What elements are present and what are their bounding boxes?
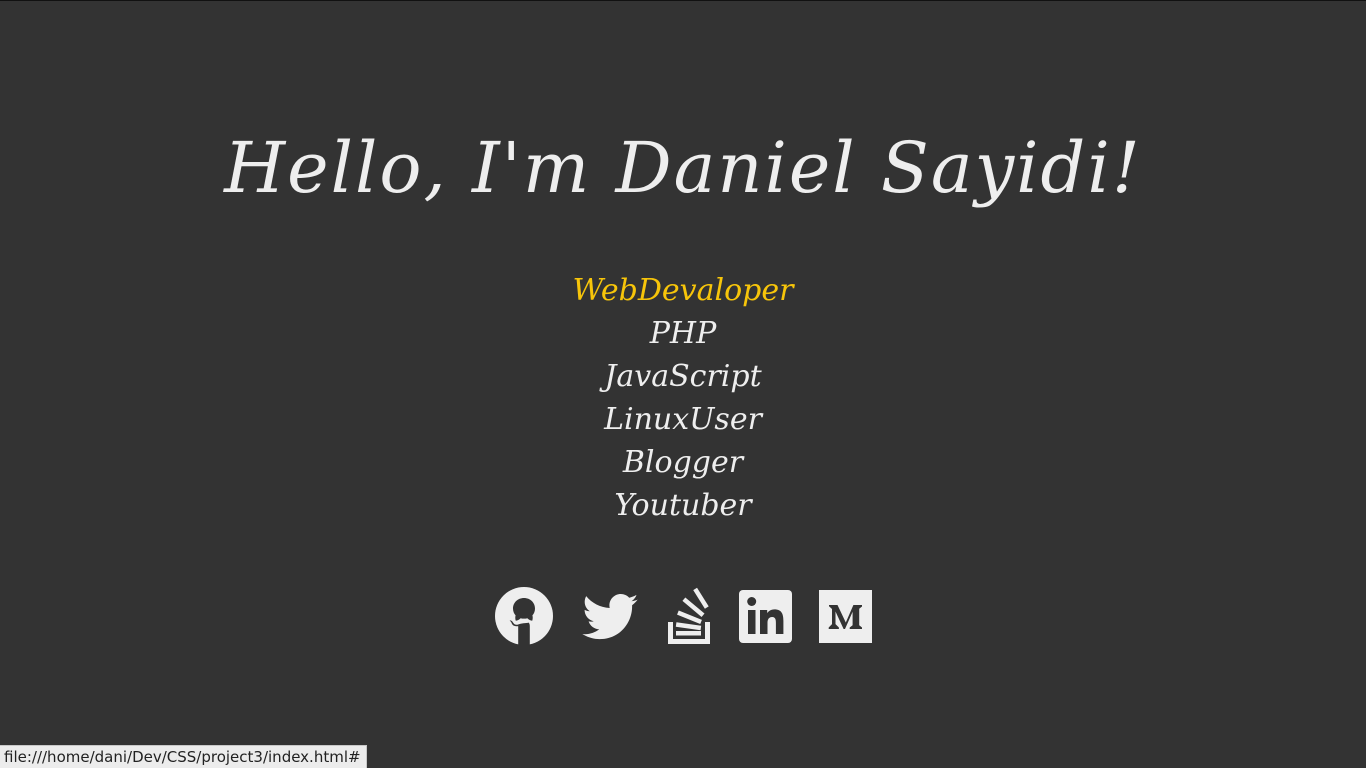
role-item-youtuber[interactable]: Youtuber [0, 484, 1366, 527]
github-icon [495, 587, 553, 645]
roles-list: WebDevaloper PHP JavaScript LinuxUser Bl… [0, 269, 1366, 527]
stack-overflow-link[interactable] [659, 586, 719, 646]
role-item-webdevaloper[interactable]: WebDevaloper [0, 269, 1366, 312]
linkedin-link[interactable] [736, 586, 796, 646]
social-links [0, 586, 1366, 646]
linkedin-icon [739, 590, 792, 643]
twitter-link[interactable] [580, 586, 640, 646]
page-title: Hello, I'm Daniel Sayidi! [224, 127, 1142, 209]
role-item-php[interactable]: PHP [0, 312, 1366, 355]
role-item-javascript[interactable]: JavaScript [0, 355, 1366, 398]
stack-overflow-icon [668, 587, 710, 644]
status-bar-url: file:///home/dani/Dev/CSS/project3/index… [0, 745, 367, 768]
medium-icon [819, 590, 872, 643]
role-item-linuxuser[interactable]: LinuxUser [0, 398, 1366, 441]
twitter-icon [582, 594, 638, 640]
role-item-blogger[interactable]: Blogger [0, 441, 1366, 484]
medium-link[interactable] [816, 586, 876, 646]
github-link[interactable] [494, 586, 554, 646]
window-top-border [0, 0, 1366, 1]
